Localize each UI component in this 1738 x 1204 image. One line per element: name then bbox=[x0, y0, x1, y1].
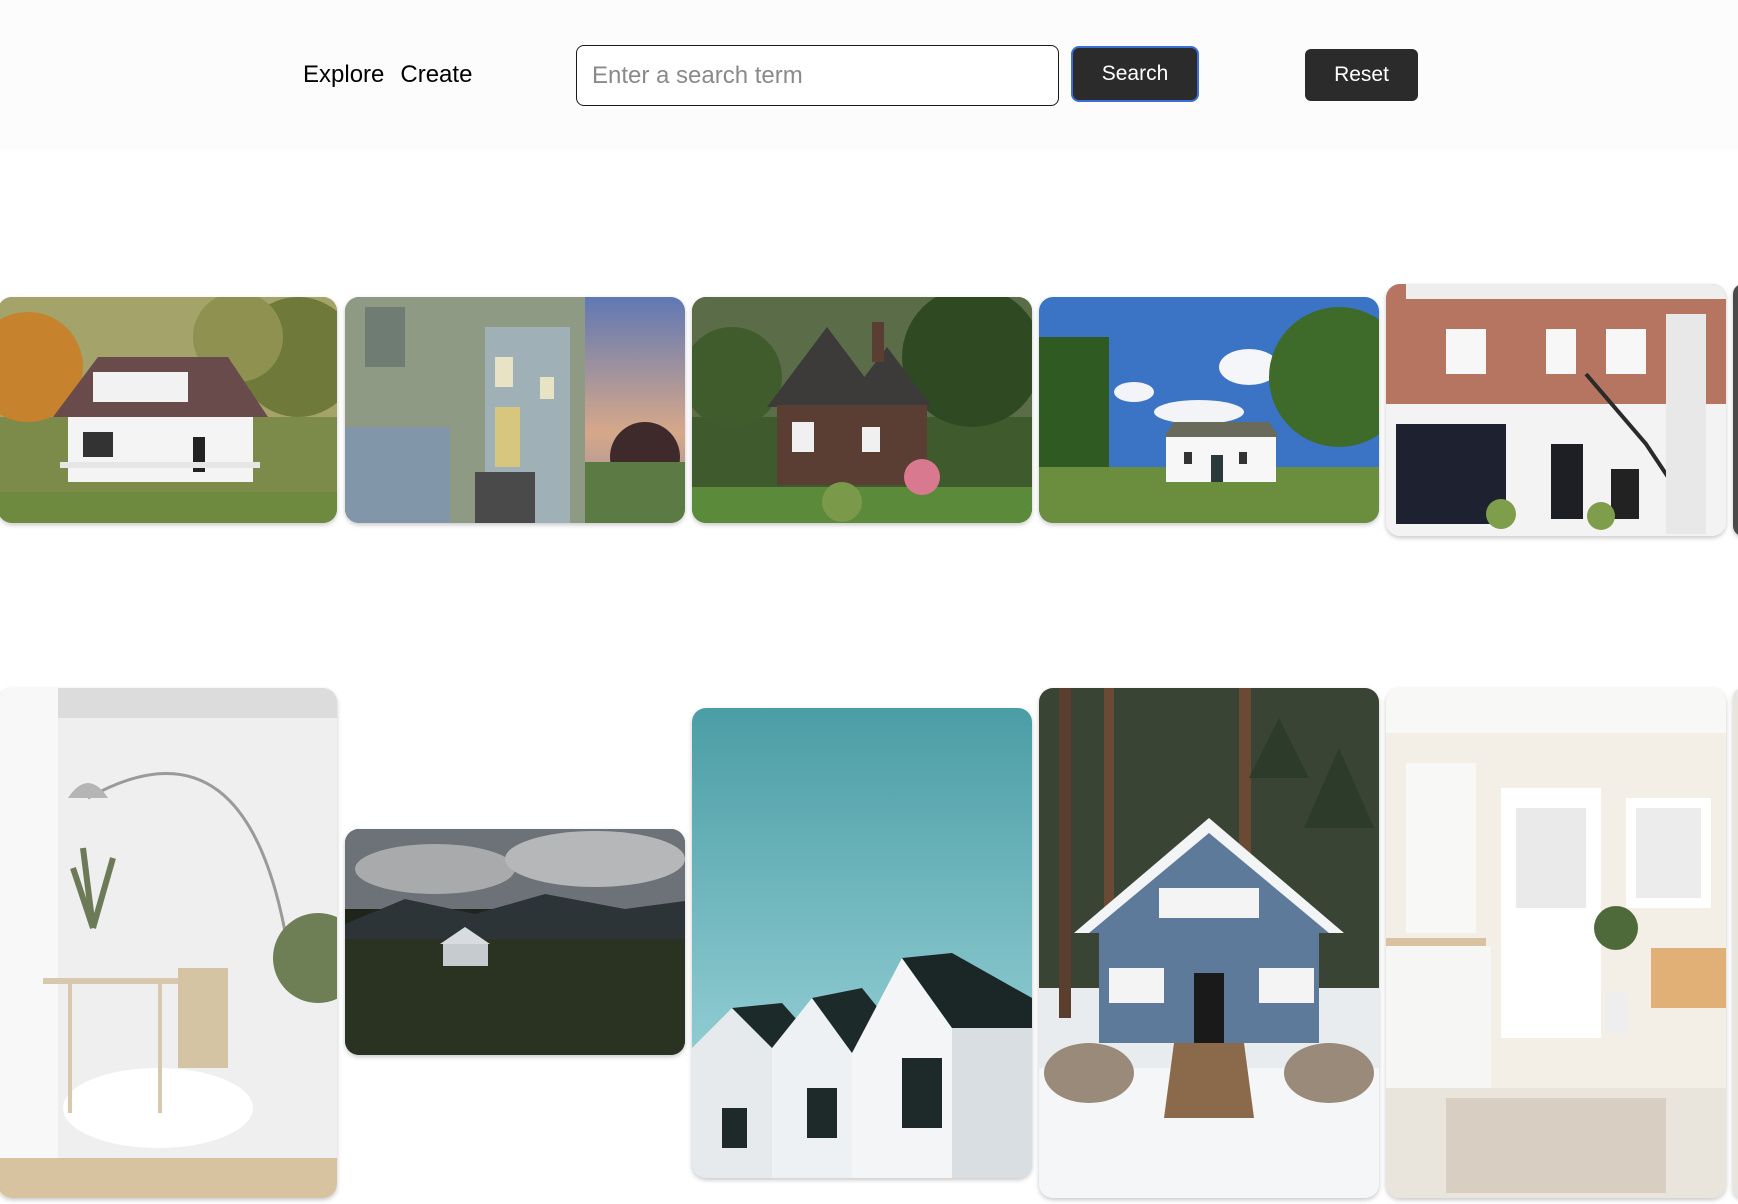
gallery-image-lone-house[interactable] bbox=[345, 829, 685, 1055]
gallery-image-white-kitchen[interactable] bbox=[1386, 688, 1726, 1198]
gallery-image-brick-cottage[interactable] bbox=[692, 297, 1032, 523]
search-input[interactable] bbox=[576, 45, 1059, 106]
gallery-image-blue-cabin[interactable] bbox=[1039, 688, 1379, 1198]
top-bar: Explore Create Search Reset bbox=[0, 0, 1738, 150]
gallery-image-cutoff bbox=[1733, 284, 1738, 536]
nav-create-link[interactable]: Create bbox=[400, 60, 472, 90]
gallery-image-cutoff-2 bbox=[1733, 688, 1738, 1198]
main-nav: Explore Create bbox=[303, 60, 472, 90]
gallery-image-gabled-houses[interactable] bbox=[692, 708, 1032, 1178]
nav-explore-link[interactable]: Explore bbox=[303, 60, 384, 90]
gallery-image-white-interior[interactable] bbox=[0, 688, 337, 1198]
gallery-image-white-farmhouse[interactable] bbox=[1039, 297, 1379, 523]
gallery-image-brick-townhouse[interactable] bbox=[1386, 284, 1726, 536]
reset-button[interactable]: Reset bbox=[1305, 49, 1418, 101]
search-button[interactable]: Search bbox=[1073, 48, 1197, 100]
gallery-image-white-bungalow[interactable] bbox=[0, 297, 337, 523]
gallery-image-modern-house[interactable] bbox=[345, 297, 685, 523]
